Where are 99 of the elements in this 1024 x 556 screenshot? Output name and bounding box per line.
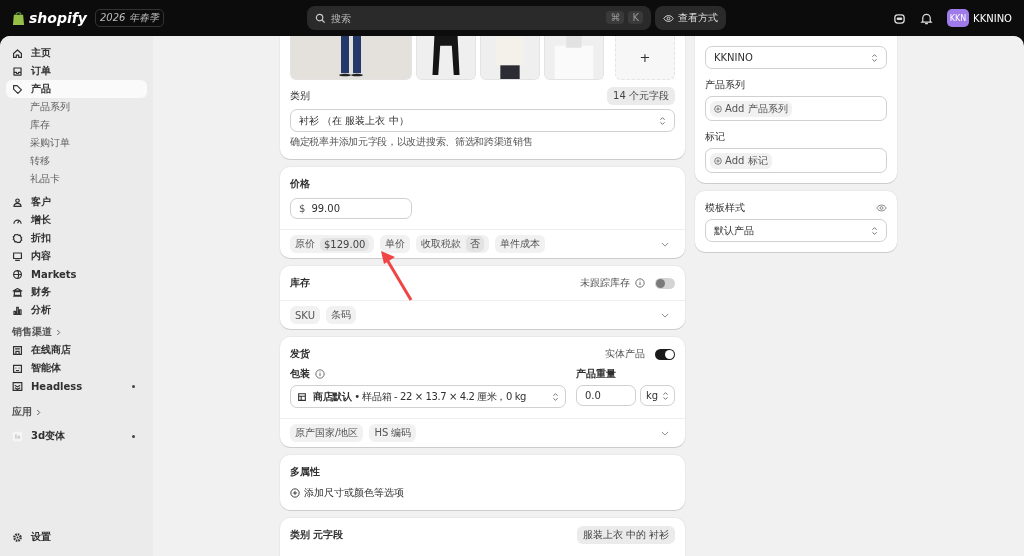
metafield-count[interactable]: 14 个元字段 [607, 87, 675, 105]
chevron-right-icon[interactable] [36, 408, 41, 416]
field-chip[interactable]: 收取税款 否 [416, 235, 490, 253]
view-mode-button[interactable]: 查看方式 [655, 6, 726, 30]
plus-circle-icon [714, 156, 722, 165]
section-heading[interactable]: 应用 [12, 405, 32, 419]
chevron-updown-icon [659, 115, 666, 126]
help-text: 确定税率并添加元字段，以改进搜索、筛选和跨渠道销售 [290, 135, 534, 149]
chevron-down-icon[interactable] [661, 241, 669, 247]
search-icon [315, 13, 326, 24]
info-icon [635, 278, 645, 288]
field-chip[interactable]: 条码 [325, 306, 356, 324]
nav-subitem[interactable]: 产品系列 [6, 98, 147, 116]
card-title: 模板样式 [705, 201, 745, 215]
nav-item[interactable]: 在线商店 [6, 341, 147, 359]
shortcut-key: K [628, 11, 643, 24]
toggle-switch[interactable] [655, 348, 675, 360]
nav-subitem[interactable]: 库存 [6, 116, 147, 134]
bar-chart-icon [12, 304, 23, 316]
settings-item[interactable]: 设置 [6, 528, 147, 546]
category-select[interactable]: 衬衫 （在 服装上衣 中） [290, 109, 675, 132]
chevron-updown-icon [871, 52, 878, 63]
store-icon [12, 344, 23, 356]
category-badge: 服装上衣 中的 衬衫 [576, 526, 675, 544]
box-icon [297, 391, 307, 402]
globe-icon [12, 268, 23, 280]
collections-field[interactable]: Add 产品系列 [705, 96, 887, 121]
add-tag-chip[interactable]: Add 标记 [710, 152, 772, 169]
plus-circle-icon [714, 104, 722, 113]
field-chip[interactable]: HS 编码 [369, 424, 417, 442]
field-chip[interactable]: 单件成本 [495, 235, 546, 253]
field-label: 标记 [705, 130, 726, 144]
nav-item[interactable]: 内容 [6, 247, 147, 265]
add-options-link[interactable]: 添加尺寸或颜色等选项 [304, 486, 404, 500]
nav-item[interactable]: 主页 [6, 44, 147, 62]
field-chip[interactable]: 单价 [380, 235, 411, 253]
nav-item[interactable]: Markets [6, 265, 147, 283]
shopping-bag-logo-icon [12, 10, 25, 26]
section-heading[interactable]: 销售渠道 [12, 325, 52, 339]
chevron-updown-icon [871, 225, 878, 236]
field-label: 产品系列 [705, 78, 746, 92]
nav-subitem[interactable]: 礼品卡 [6, 170, 147, 188]
nav-item[interactable]: 订单 [6, 62, 147, 80]
chevron-down-icon[interactable] [661, 312, 669, 318]
card-title: 多属性 [290, 465, 321, 479]
nav-subitem[interactable]: 采购订单 [6, 134, 147, 152]
app-icon [12, 430, 23, 442]
field-chip[interactable]: SKU [290, 306, 320, 324]
home-icon [12, 47, 23, 59]
plus-circle-icon [290, 488, 300, 498]
nav-item[interactable]: 折扣 [6, 229, 147, 247]
shortcut-key: ⌘ [606, 11, 625, 24]
field-label: 类别 [290, 89, 310, 103]
nav-subitem[interactable]: 转移 [6, 152, 147, 170]
field-label: 包装 [290, 367, 310, 381]
bank-icon [12, 286, 23, 298]
nav-item[interactable]: 产品 [6, 80, 147, 98]
chevron-updown-icon [552, 391, 559, 402]
nav-item[interactable]: 增长 [6, 211, 147, 229]
package-select[interactable]: 商店默认 • 样品箱 - 22 × 13.7 × 4.2 厘米，0 kg [290, 385, 566, 408]
inbox-icon [12, 65, 23, 77]
card-title: 类别 元字段 [290, 528, 344, 542]
add-collection-chip[interactable]: Add 产品系列 [710, 100, 792, 117]
toggle-label: 实体产品 [605, 347, 645, 361]
add-media-button[interactable]: + [615, 36, 675, 80]
store-name[interactable]: KKNINO [973, 12, 1012, 24]
logo-wordmark: shopify [29, 10, 87, 26]
nav-item[interactable]: 客户 [6, 193, 147, 211]
template-select[interactable]: 默认产品 [705, 219, 887, 242]
card-title: 库存 [290, 276, 310, 290]
nav-item[interactable]: 智能体 [6, 359, 147, 377]
tags-field[interactable]: Add 标记 [705, 148, 887, 173]
unit-select[interactable]: kg [640, 385, 675, 406]
nav-item[interactable]: Headless [6, 377, 147, 395]
card-title: 价格 [290, 177, 311, 191]
vendor-select[interactable]: KKNINO [705, 46, 887, 69]
tag-icon [12, 83, 23, 95]
chevron-updown-icon [662, 390, 669, 401]
toggle-switch[interactable] [655, 277, 675, 289]
eye-icon [663, 13, 674, 23]
chevron-right-icon[interactable] [56, 328, 61, 336]
bell-icon[interactable] [920, 11, 934, 25]
edition-badge: 2026 年春季 [94, 9, 164, 27]
chevron-down-icon[interactable] [661, 430, 669, 436]
field-label: 产品重量 [576, 367, 616, 381]
price-field[interactable]: $ 99.00 [290, 198, 412, 219]
weight-field[interactable]: 0.0 [576, 385, 636, 406]
settings-icon [12, 531, 23, 543]
eye-icon[interactable] [876, 204, 887, 212]
person-icon [12, 196, 23, 208]
nav-item[interactable]: 财务 [6, 283, 147, 301]
monitor-icon [12, 250, 23, 262]
field-chip[interactable]: 原产国家/地区 [290, 424, 364, 442]
card-title: 发货 [290, 347, 310, 361]
toggle-label: 未跟踪库存 [580, 276, 630, 290]
info-icon [315, 369, 325, 379]
nav-item[interactable]: 3d变体 [6, 427, 147, 445]
nav-item[interactable]: 分析 [6, 301, 147, 319]
field-chip[interactable]: 原价 $129.00 [290, 235, 375, 253]
